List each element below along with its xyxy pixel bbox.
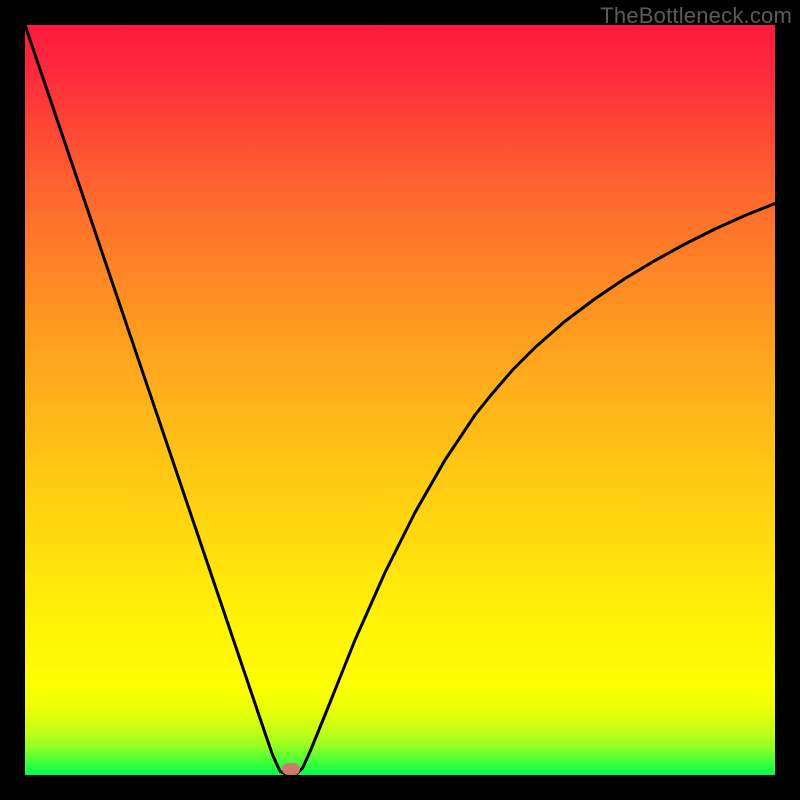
curve-layer bbox=[25, 25, 775, 775]
bottleneck-curve-path bbox=[25, 25, 775, 775]
chart-frame: TheBottleneck.com bbox=[0, 0, 800, 800]
watermark-text: TheBottleneck.com bbox=[600, 3, 792, 29]
plot-area bbox=[25, 25, 775, 775]
optimal-point-marker bbox=[282, 763, 300, 775]
